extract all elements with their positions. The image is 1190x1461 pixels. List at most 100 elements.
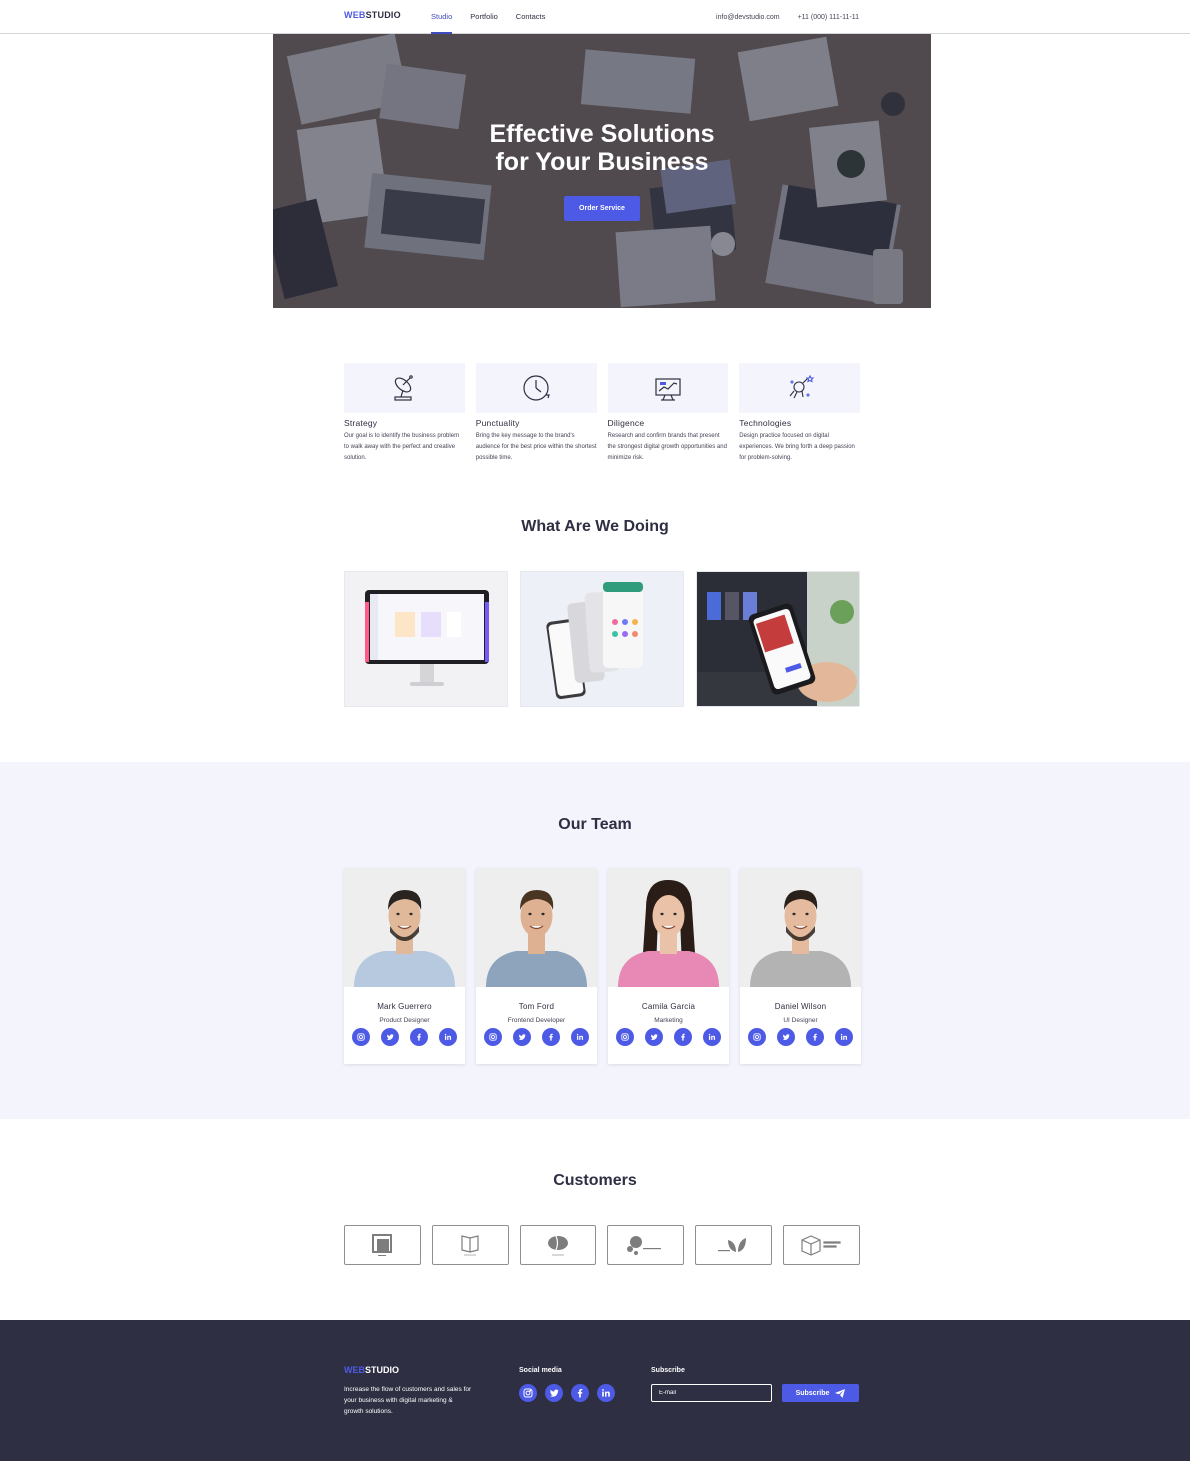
member-role: Marketing: [654, 1017, 683, 1024]
subscribe-button-label: Subscribe: [795, 1389, 830, 1397]
send-icon: [835, 1388, 846, 1398]
clock-icon: [523, 375, 550, 401]
member-photo: [476, 868, 597, 987]
customer-logo-6[interactable]: [783, 1225, 860, 1265]
hero-title: Effective Solutions for Your Business: [273, 120, 931, 176]
customers-title: Customers: [553, 1172, 637, 1189]
features-list: Strategy Our goal is to identify the bus…: [344, 363, 860, 464]
order-service-button[interactable]: Order Service: [564, 196, 640, 221]
member-photo: [608, 868, 729, 987]
member-twitter-link[interactable]: [777, 1028, 795, 1046]
nav-portfolio[interactable]: Portfolio: [470, 0, 498, 34]
satellite-dish-icon: [394, 375, 414, 401]
member-social-links: [608, 1028, 729, 1046]
member-portrait-image: [740, 868, 861, 987]
footer-logo-rest: STUDIO: [365, 1365, 400, 1375]
instagram-icon: [753, 1033, 761, 1041]
linkedin-icon: [840, 1033, 848, 1040]
member-name: Tom Ford: [518, 1002, 555, 1011]
customer-logo-2[interactable]: [431, 1225, 509, 1265]
member-facebook-link[interactable]: [674, 1028, 692, 1046]
member-social-links: [740, 1028, 861, 1046]
member-social-links: [344, 1028, 465, 1046]
phone-in-hand-image: [697, 572, 859, 706]
customer-logo-6-icon: [800, 1235, 841, 1256]
work-item[interactable]: [520, 571, 684, 707]
footer-social-links: [519, 1384, 615, 1402]
instagram-icon: [523, 1388, 533, 1398]
member-facebook-link[interactable]: [542, 1028, 560, 1046]
feature-title: Diligence: [607, 418, 645, 428]
hero-title-line1: Effective Solutions: [489, 120, 715, 148]
member-facebook-link[interactable]: [806, 1028, 824, 1046]
twitter-icon: [650, 1034, 658, 1040]
logo-accent: WEB: [344, 10, 366, 20]
footer-linkedin-link[interactable]: [597, 1384, 615, 1402]
customer-logo-3[interactable]: [519, 1225, 597, 1265]
member-instagram-link[interactable]: [484, 1028, 502, 1046]
feature-title: Strategy: [344, 418, 378, 428]
header-email-link[interactable]: info@devstudio.com: [716, 14, 780, 21]
footer-instagram-link[interactable]: [519, 1384, 537, 1402]
nav-studio[interactable]: Studio: [431, 0, 453, 34]
customer-logo-1-icon: [372, 1234, 393, 1256]
work-item[interactable]: [344, 571, 508, 707]
linkedin-icon: [576, 1033, 584, 1040]
site-header: WEBSTUDIO Studio Portfolio Contacts info…: [0, 0, 1190, 34]
member-instagram-link[interactable]: [748, 1028, 766, 1046]
feature-icon-box: [739, 363, 860, 413]
member-linkedin-link[interactable]: [571, 1028, 589, 1046]
member-linkedin-link[interactable]: [835, 1028, 853, 1046]
logo[interactable]: WEBSTUDIO: [344, 10, 401, 20]
facebook-icon: [681, 1033, 685, 1041]
twitter-icon: [549, 1389, 559, 1397]
hero-section: Effective Solutions for Your Business: [273, 34, 931, 308]
subscribe-email-input[interactable]: [651, 1384, 772, 1402]
member-twitter-link[interactable]: [381, 1028, 399, 1046]
member-instagram-link[interactable]: [352, 1028, 370, 1046]
member-facebook-link[interactable]: [410, 1028, 428, 1046]
instagram-icon: [489, 1033, 497, 1041]
instagram-icon: [621, 1033, 629, 1041]
feature-title: Punctuality: [475, 418, 520, 428]
team-member-card: Mark Guerrero Product Designer: [344, 868, 465, 1064]
works-title: What Are We Doing: [521, 518, 669, 535]
subscribe-button[interactable]: Subscribe: [782, 1384, 859, 1402]
member-role: Product Designer: [379, 1017, 430, 1024]
feature-text: Design practice focused on digital exper…: [739, 433, 855, 461]
customer-logo-4[interactable]: [607, 1225, 685, 1265]
team-list: Mark Guerrero Product Designer Tom Ford …: [344, 868, 861, 1064]
member-portrait-image: [608, 868, 729, 987]
customer-logo-2-icon: [461, 1235, 479, 1256]
team-member-card: Camila Garcia Marketing: [608, 868, 729, 1064]
member-instagram-link[interactable]: [616, 1028, 634, 1046]
team-member-card: Tom Ford Frontend Developer: [476, 868, 597, 1064]
customer-logo-5[interactable]: [695, 1225, 773, 1265]
feature-item: Diligence Research and confirm brands th…: [607, 363, 729, 464]
member-portrait-image: [344, 868, 465, 987]
footer-social-heading: Social media: [519, 1367, 562, 1374]
member-linkedin-link[interactable]: [703, 1028, 721, 1046]
member-role: UI Designer: [783, 1017, 818, 1024]
member-twitter-link[interactable]: [645, 1028, 663, 1046]
footer-logo[interactable]: WEBSTUDIO: [344, 1365, 399, 1375]
member-linkedin-link[interactable]: [439, 1028, 457, 1046]
customer-logo-1[interactable]: [344, 1225, 421, 1265]
work-item[interactable]: [696, 571, 860, 707]
header-phone-link[interactable]: +11 (000) 111-11-11: [798, 14, 859, 21]
nav-contacts[interactable]: Contacts: [516, 0, 546, 34]
linkedin-icon: [708, 1033, 716, 1040]
twitter-icon: [518, 1034, 526, 1040]
facebook-icon: [813, 1033, 817, 1041]
hero-title-line2: for Your Business: [495, 148, 709, 176]
feature-item: Punctuality Bring the key message to the…: [475, 363, 597, 464]
footer-facebook-link[interactable]: [571, 1384, 589, 1402]
footer-description: Increase the flow of customers and sales…: [344, 1386, 472, 1415]
instagram-icon: [357, 1033, 365, 1041]
header-contacts: info@devstudio.com +11 (000) 111-11-11: [716, 0, 859, 34]
member-twitter-link[interactable]: [513, 1028, 531, 1046]
facebook-icon: [417, 1033, 421, 1041]
footer-twitter-link[interactable]: [545, 1384, 563, 1402]
member-name: Mark Guerrero: [377, 1002, 432, 1011]
facebook-icon: [577, 1389, 583, 1398]
